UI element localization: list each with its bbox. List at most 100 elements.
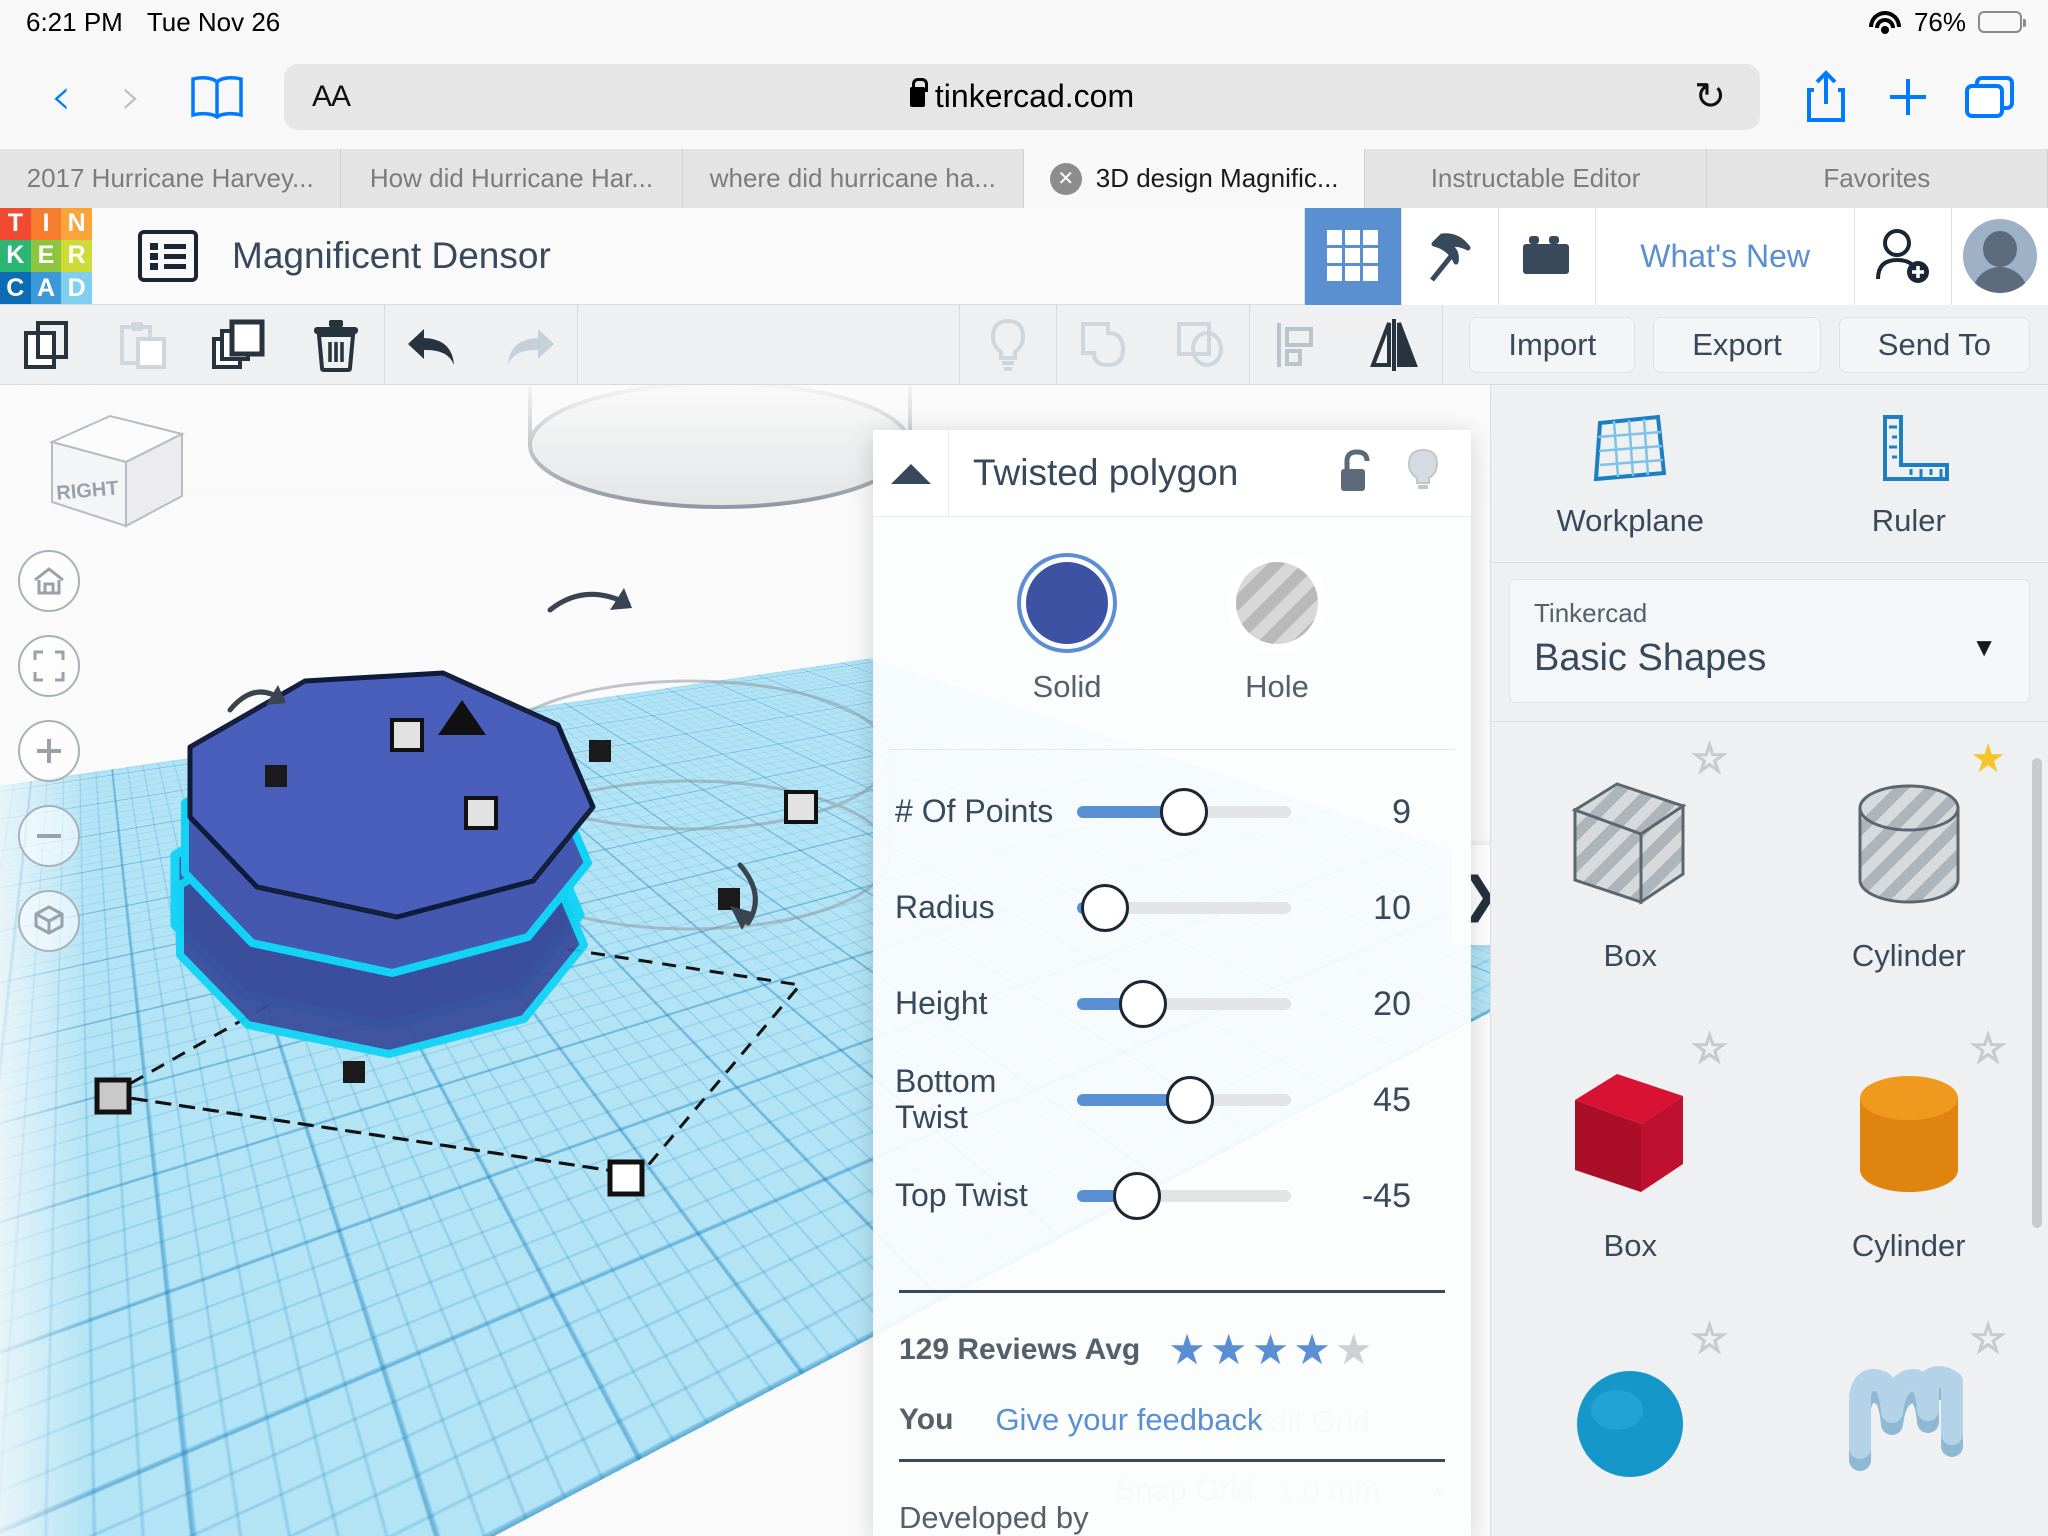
star-rating: ★ ★ ★ ★ ★	[1168, 1329, 1372, 1371]
shape-thumbnail	[1555, 756, 1705, 934]
battery-percent-label: 76%	[1913, 6, 1966, 37]
sidebar-scrollbar[interactable]	[2032, 758, 2042, 1228]
shape-item-box-solid[interactable]: ☆ Box	[1491, 1012, 1770, 1302]
footer-divider-bottom	[899, 1459, 1445, 1462]
mirror-icon[interactable]	[1346, 305, 1442, 385]
slider-knob-bottom-twist[interactable]	[1166, 1076, 1215, 1124]
shape-item-sphere[interactable]: ☆ Sphere	[1491, 1302, 1770, 1521]
paste-icon[interactable]	[96, 305, 192, 385]
close-icon[interactable]: ✕	[1049, 162, 1082, 195]
shape-library-selector[interactable]: Tinkercad Basic Shapes ▼	[1509, 579, 2030, 703]
ios-status-bar: 6:21 PM Tue Nov 26 76%	[0, 0, 2048, 44]
slider-value[interactable]: 9	[1315, 793, 1411, 832]
export-button[interactable]: Export	[1653, 316, 1821, 373]
slider-value[interactable]: 20	[1315, 985, 1411, 1024]
user-avatar-button[interactable]	[1951, 207, 2048, 305]
shape-item-cylinder-solid[interactable]: ☆ Cylinder	[1770, 1012, 2048, 1302]
tab-label: where did hurricane ha...	[709, 163, 996, 193]
reload-icon[interactable]: ↻	[1694, 78, 1726, 116]
tab-label: 3D design Magnific...	[1095, 163, 1339, 193]
triangle-up-icon[interactable]	[873, 429, 949, 517]
bookmarks-icon[interactable]	[188, 74, 246, 120]
home-icon[interactable]	[18, 550, 80, 612]
slider-knob-points[interactable]	[1160, 788, 1208, 836]
shape-thumbnail	[1834, 1336, 1984, 1514]
slider-row-top-twist: Top Twist -45	[895, 1148, 1445, 1244]
share-icon[interactable]	[1794, 69, 1858, 124]
whats-new-link[interactable]: What's New	[1595, 207, 1854, 305]
import-button[interactable]: Import	[1469, 316, 1636, 373]
star-icon[interactable]: ☆	[1969, 1026, 2007, 1072]
mode-solid[interactable]: Solid	[1021, 557, 1113, 705]
brick-icon[interactable]	[1498, 207, 1596, 305]
shape-item-box-hole[interactable]: ☆ Box	[1491, 722, 1770, 1012]
duplicate-icon[interactable]	[192, 305, 288, 385]
orthographic-cube-icon[interactable]	[18, 890, 80, 952]
sidebar-tool-workplane[interactable]: Workplane	[1491, 385, 1770, 562]
star-icon[interactable]: ★	[1970, 736, 2006, 782]
slider-value[interactable]: 45	[1315, 1081, 1411, 1120]
shape-item-cylinder-hole[interactable]: ★ Cylinder	[1770, 722, 2048, 1012]
lightbulb-icon[interactable]	[960, 305, 1056, 385]
add-user-icon[interactable]	[1854, 207, 1951, 305]
slider-value[interactable]: -45	[1315, 1177, 1411, 1216]
redo-icon[interactable]	[481, 305, 577, 385]
shape-grid[interactable]: ☆ Box ★ Cylinder ☆ Box ☆ Cylinder ☆ ☆	[1491, 721, 2048, 1521]
slider-value[interactable]: 10	[1315, 889, 1411, 928]
slider-track-points[interactable]	[1077, 788, 1291, 836]
send-to-button[interactable]: Send To	[1838, 316, 2030, 373]
new-tab-icon[interactable]	[1876, 74, 1940, 120]
fit-to-view-icon[interactable]	[18, 635, 80, 697]
star-icon[interactable]: ☆	[1691, 736, 1729, 782]
pickaxe-icon[interactable]	[1401, 207, 1499, 305]
star-icon[interactable]: ☆	[1691, 1316, 1729, 1362]
slider-track-radius[interactable]	[1077, 884, 1291, 932]
browser-tab-2[interactable]: How did Hurricane Har...	[341, 149, 683, 208]
star-icon[interactable]: ☆	[1691, 1026, 1729, 1072]
undo-icon[interactable]	[385, 305, 481, 385]
forward-button[interactable]: ›	[96, 71, 166, 123]
browser-tab-1[interactable]: 2017 Hurricane Harvey...	[0, 149, 342, 208]
browser-tab-6[interactable]: Favorites	[1706, 149, 2048, 208]
zoom-in-icon[interactable]	[18, 720, 80, 782]
slider-label: Bottom Twist	[895, 1063, 997, 1135]
sidebar-tool-ruler[interactable]: Ruler	[1770, 385, 2048, 562]
lightbulb-icon[interactable]	[1405, 448, 1441, 499]
slider-track-height[interactable]	[1077, 980, 1291, 1028]
tabs-overview-icon[interactable]	[1958, 74, 2022, 120]
shape-label: Box	[1603, 1228, 1657, 1263]
give-feedback-link[interactable]: Give your feedback	[995, 1402, 1262, 1438]
slider-track-bottom-twist[interactable]	[1077, 1076, 1291, 1124]
ungroup-icon[interactable]	[1153, 305, 1249, 385]
trash-icon[interactable]	[288, 305, 384, 385]
logo-tile-c: C	[0, 272, 31, 305]
shape-label: Sphere	[1580, 1518, 1680, 1521]
design-title[interactable]: Magnificent Densor	[232, 235, 551, 277]
slider-knob-top-twist[interactable]	[1112, 1172, 1161, 1220]
copy-icon[interactable]	[0, 305, 96, 385]
shape-row-3: ☆ Sphere ☆	[1491, 1302, 2048, 1521]
grid-blocks-icon[interactable]	[1304, 207, 1402, 305]
unlock-icon[interactable]	[1337, 448, 1375, 498]
safari-toolbar: ‹ › AA tinkercad.com ↻	[0, 44, 2048, 149]
address-bar[interactable]: AA tinkercad.com ↻	[284, 63, 1760, 130]
tinkercad-logo[interactable]: T I N K E R C A D	[0, 207, 92, 305]
back-button[interactable]: ‹	[26, 71, 96, 123]
shape-item-scribble[interactable]: ☆ Scribble	[1770, 1302, 2048, 1521]
star-icon[interactable]: ☆	[1969, 1316, 2007, 1362]
browser-tab-5[interactable]: Instructable Editor	[1365, 149, 1707, 208]
browser-tab-3[interactable]: where did hurricane ha...	[682, 149, 1024, 208]
properties-panel-icons	[1337, 448, 1441, 499]
solid-swatch	[1021, 557, 1113, 649]
list-menu-icon[interactable]	[138, 230, 198, 282]
slider-knob-height[interactable]	[1119, 980, 1168, 1028]
slider-track-top-twist[interactable]	[1077, 1172, 1291, 1220]
zoom-out-icon[interactable]	[18, 805, 80, 867]
mode-hole[interactable]: Hole	[1231, 557, 1323, 705]
align-icon[interactable]	[1250, 305, 1346, 385]
view-cube[interactable]: RIGHT	[30, 400, 200, 550]
browser-tab-4[interactable]: ✕ 3D design Magnific...	[1023, 149, 1366, 208]
group-icon[interactable]	[1057, 305, 1153, 385]
tab-label: Instructable Editor	[1430, 163, 1641, 193]
slider-knob-radius[interactable]	[1080, 884, 1129, 932]
